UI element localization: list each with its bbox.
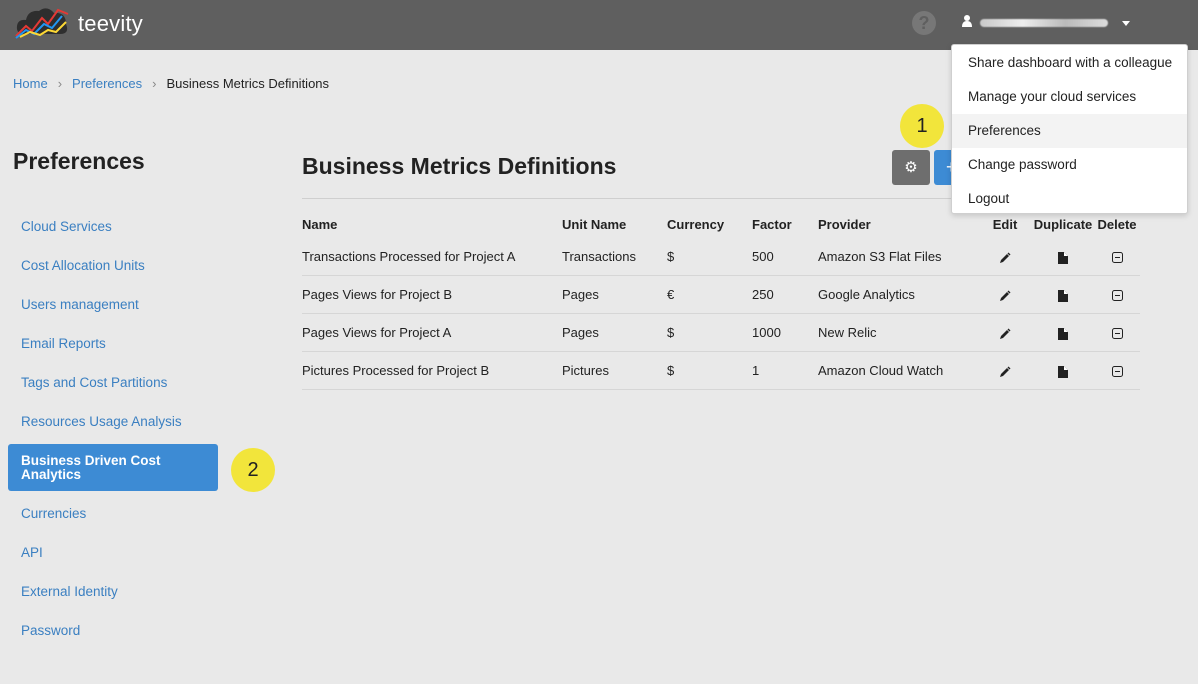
menu-item-share-dashboard[interactable]: Share dashboard with a colleague — [952, 46, 1187, 80]
pencil-icon — [1000, 290, 1011, 301]
cell-provider: Amazon S3 Flat Files — [818, 238, 978, 276]
column-header: Unit Name — [562, 216, 627, 232]
pencil-icon — [1000, 366, 1011, 377]
user-name-redacted — [980, 19, 1108, 27]
chevron-down-icon — [1122, 20, 1130, 26]
minus-square-icon — [1111, 290, 1123, 302]
chevron-right-icon: › — [152, 76, 157, 91]
delete-button[interactable] — [1094, 313, 1140, 352]
sidebar-item-external-identity[interactable]: External Identity — [8, 584, 218, 599]
cloud-logo-icon — [14, 4, 70, 45]
delete-button[interactable] — [1094, 275, 1140, 314]
sidebar-item-cost-allocation-units[interactable]: Cost Allocation Units — [8, 258, 218, 273]
cell-currency: € — [667, 275, 752, 314]
cell-name: Pages Views for Project A — [302, 313, 562, 352]
cell-provider: Google Analytics — [818, 275, 978, 314]
gear-icon: ⚙ — [904, 159, 918, 176]
top-bar: teevity ? — [0, 0, 1198, 50]
file-icon — [1058, 365, 1068, 378]
duplicate-button[interactable] — [1032, 313, 1094, 352]
sidebar-item-password[interactable]: Password — [8, 623, 218, 638]
delete-button[interactable] — [1094, 238, 1140, 276]
file-icon — [1058, 289, 1068, 302]
cell-unit: Pictures — [562, 351, 667, 390]
cell-currency: $ — [667, 238, 752, 276]
logo-text: teevity — [78, 11, 143, 36]
column-header: Currency — [667, 216, 725, 232]
table-row: Transactions Processed for Project A Tra… — [302, 238, 1140, 276]
duplicate-button[interactable] — [1032, 275, 1094, 314]
sidebar-item-resources-usage-analysis[interactable]: Resources Usage Analysis — [8, 414, 218, 429]
table-row: Pages Views for Project A Pages $ 1000 N… — [302, 313, 1140, 352]
sidebar-item-tags-cost-partitions[interactable]: Tags and Cost Partitions — [8, 375, 218, 390]
cell-factor: 1 — [752, 351, 818, 390]
sidebar-title: Preferences — [13, 148, 145, 174]
menu-item-change-password[interactable]: Change password — [952, 148, 1187, 182]
callout-badge-1: 1 — [900, 104, 944, 148]
sidebar-item-api[interactable]: API — [8, 545, 218, 560]
edit-button[interactable] — [978, 238, 1032, 276]
sidebar-item-business-driven-cost-analytics[interactable]: Business Driven Cost Analytics — [8, 444, 218, 491]
cell-currency: $ — [667, 351, 752, 390]
logo[interactable]: teevity — [14, 4, 143, 44]
menu-item-preferences[interactable]: Preferences — [952, 114, 1187, 148]
cell-unit: Pages — [562, 313, 667, 352]
sidebar-item-currencies[interactable]: Currencies — [8, 506, 218, 521]
breadcrumb-preferences[interactable]: Preferences — [72, 76, 142, 91]
breadcrumb: Home › Preferences › Business Metrics De… — [13, 76, 329, 91]
cell-currency: $ — [667, 313, 752, 352]
pencil-icon — [1000, 252, 1011, 263]
minus-square-icon — [1111, 366, 1123, 378]
sidebar-item-users-management[interactable]: Users management — [8, 297, 218, 312]
cell-provider: New Relic — [818, 313, 978, 352]
table-row: Pages Views for Project B Pages € 250 Go… — [302, 275, 1140, 314]
duplicate-button[interactable] — [1032, 351, 1094, 390]
edit-button[interactable] — [978, 351, 1032, 390]
cell-unit: Pages — [562, 275, 667, 314]
cell-provider: Amazon Cloud Watch — [818, 351, 978, 390]
user-icon — [962, 14, 972, 32]
user-menu-toggle[interactable] — [962, 14, 1130, 32]
cell-factor: 250 — [752, 275, 818, 314]
pencil-icon — [1000, 328, 1011, 339]
cell-factor: 500 — [752, 238, 818, 276]
minus-square-icon — [1111, 328, 1123, 340]
chevron-right-icon: › — [57, 76, 63, 91]
edit-button[interactable] — [978, 275, 1032, 314]
duplicate-button[interactable] — [1032, 238, 1094, 276]
cell-name: Transactions Processed for Project A — [302, 238, 562, 276]
menu-item-logout[interactable]: Logout — [952, 182, 1187, 216]
minus-square-icon — [1111, 252, 1123, 264]
cell-unit: Transactions — [562, 238, 667, 276]
column-header: Name — [302, 216, 338, 232]
settings-button[interactable]: ⚙ — [892, 150, 930, 185]
sidebar-item-email-reports[interactable]: Email Reports — [8, 336, 218, 351]
file-icon — [1058, 251, 1068, 264]
callout-badge-2: 2 — [231, 448, 275, 492]
page-title: Business Metrics Definitions — [302, 153, 617, 179]
column-header: Factor — [752, 216, 792, 232]
metrics-table: Name Unit Name Currency Factor Provider … — [302, 210, 1140, 390]
breadcrumb-home[interactable]: Home — [13, 76, 48, 91]
cell-factor: 1000 — [752, 313, 818, 352]
breadcrumb-current: Business Metrics Definitions — [166, 76, 330, 91]
file-icon — [1058, 327, 1068, 340]
user-dropdown-menu: Share dashboard with a colleague Manage … — [951, 44, 1188, 214]
delete-button[interactable] — [1094, 351, 1140, 390]
table-row: Pictures Processed for Project B Picture… — [302, 351, 1140, 390]
sidebar-item-cloud-services[interactable]: Cloud Services — [8, 219, 218, 234]
question-circle-icon[interactable]: ? — [912, 11, 936, 35]
menu-item-manage-cloud-services[interactable]: Manage your cloud services — [952, 80, 1187, 114]
cell-name: Pages Views for Project B — [302, 275, 562, 314]
cell-name: Pictures Processed for Project B — [302, 351, 562, 390]
edit-button[interactable] — [978, 313, 1032, 352]
